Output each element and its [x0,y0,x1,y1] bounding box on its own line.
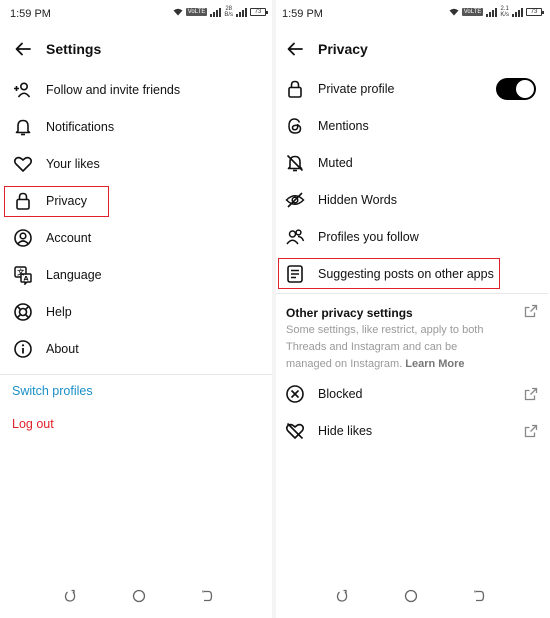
toggle-knob [516,79,534,98]
privacy-item-label: Profiles you follow [318,229,419,244]
external-link-icon[interactable] [524,387,538,401]
lock-icon [12,190,34,212]
privacy-item-hide-likes[interactable]: Hide likes [276,412,548,449]
privacy-item-label: Hide likes [318,423,373,438]
battery-icon: 73 [250,8,268,16]
battery-icon: 73 [526,8,544,16]
learn-more-link[interactable]: Learn More [405,358,464,370]
divider [276,293,548,294]
menu-item-your-likes[interactable]: Your likes [0,145,272,182]
menu-item-account[interactable]: Account [0,219,272,256]
privacy-item-profiles-you-follow[interactable]: Profiles you follow [276,218,548,255]
divider [0,374,272,375]
signal-icon [210,7,222,17]
system-nav-bar [0,586,272,606]
privacy-header: Privacy [276,36,548,62]
back-arrow-icon[interactable] [286,40,304,58]
svg-text:A: A [24,274,29,282]
signal-icon [486,7,498,17]
menu-item-label: Notifications [46,119,115,134]
privacy-item-private-profile[interactable]: Private profile [276,70,548,107]
privacy-item-label: Mentions [318,118,369,133]
back-arrow-icon[interactable] [14,40,32,58]
privacy-item-muted[interactable]: Muted [276,144,548,181]
network-speed: 28 B/s [224,6,233,18]
menu-item-help[interactable]: Help [0,293,272,330]
account-icon [12,227,34,249]
lifebuoy-icon [12,301,34,323]
signal-icon-2 [512,7,523,17]
page-title: Privacy [318,41,368,57]
settings-screen: 1:59 PM VoLTE 28 B/s 73 Settings Follow a… [0,0,272,618]
private-profile-toggle[interactable] [496,77,536,100]
network-speed: 2.1 K/s [500,6,509,18]
status-time: 1:59 PM [282,8,323,20]
status-time: 1:59 PM [10,8,51,20]
menu-item-label: About [46,341,79,356]
system-nav-bar [276,586,548,606]
threads-icon [284,115,306,137]
privacy-screen: 1:59 PM VoLTE 2.1 K/s 73 Privacy Private … [276,0,548,618]
privacy-item-blocked[interactable]: Blocked [276,375,548,412]
heart-off-icon [284,420,306,442]
bell-icon [12,116,34,138]
log-out-link[interactable]: Log out [12,417,54,431]
external-link-icon[interactable] [524,424,538,438]
menu-item-label: Account [46,230,92,245]
page-title: Settings [46,41,102,57]
info-icon [12,338,34,360]
menu-item-label: Help [46,304,72,319]
person-add-icon [12,79,34,101]
other-privacy-description: Some settings, like restrict, apply to b… [286,322,504,373]
wifi-icon [449,8,459,16]
status-bar: 1:59 PM VoLTE 2.1 K/s 73 [276,0,548,28]
signal-icon-2 [236,7,247,17]
blocked-icon [284,383,306,405]
status-bar: 1:59 PM VoLTE 28 B/s 73 [0,0,272,28]
language-icon: 文A [12,264,34,286]
menu-item-label: Privacy [46,193,87,208]
status-system-icons: VoLTE 28 B/s 73 [173,6,268,18]
menu-item-language[interactable]: 文A Language [0,256,272,293]
privacy-item-label: Hidden Words [318,192,397,207]
privacy-item-label: Private profile [318,81,395,96]
document-icon [284,263,306,285]
eye-off-icon [284,189,306,211]
recent-apps-icon[interactable] [62,588,78,604]
volte-badge: VoLTE [461,8,484,16]
other-privacy-title: Other privacy settings [286,306,413,320]
privacy-item-label: Suggesting posts on other apps [318,266,494,281]
privacy-item-hidden-words[interactable]: Hidden Words [276,181,548,218]
privacy-item-label: Muted [318,155,353,170]
wifi-icon [173,8,183,16]
home-icon[interactable] [131,588,147,604]
bell-muted-icon [284,152,306,174]
network-speed-unit: B/s [224,12,233,18]
menu-item-privacy[interactable]: Privacy [0,182,272,219]
privacy-item-mentions[interactable]: Mentions [276,107,548,144]
external-link-icon[interactable] [524,304,538,318]
lock-icon [284,78,306,100]
settings-header: Settings [0,36,272,62]
heart-icon [12,153,34,175]
privacy-item-suggesting-posts[interactable]: Suggesting posts on other apps [276,255,548,292]
menu-item-label: Your likes [46,156,100,171]
menu-item-notifications[interactable]: Notifications [0,108,272,145]
network-speed-unit: K/s [500,12,509,18]
privacy-item-label: Blocked [318,386,363,401]
menu-item-follow-invite[interactable]: Follow and invite friends [0,71,272,108]
back-nav-icon[interactable] [199,588,215,604]
recent-apps-icon[interactable] [334,588,350,604]
switch-profiles-link[interactable]: Switch profiles [12,384,93,398]
menu-item-label: Follow and invite friends [46,82,181,97]
menu-item-label: Language [46,267,102,282]
people-icon [284,226,306,248]
back-nav-icon[interactable] [471,588,487,604]
menu-item-about[interactable]: About [0,330,272,367]
status-system-icons: VoLTE 2.1 K/s 73 [449,6,544,18]
home-icon[interactable] [403,588,419,604]
volte-badge: VoLTE [185,8,208,16]
